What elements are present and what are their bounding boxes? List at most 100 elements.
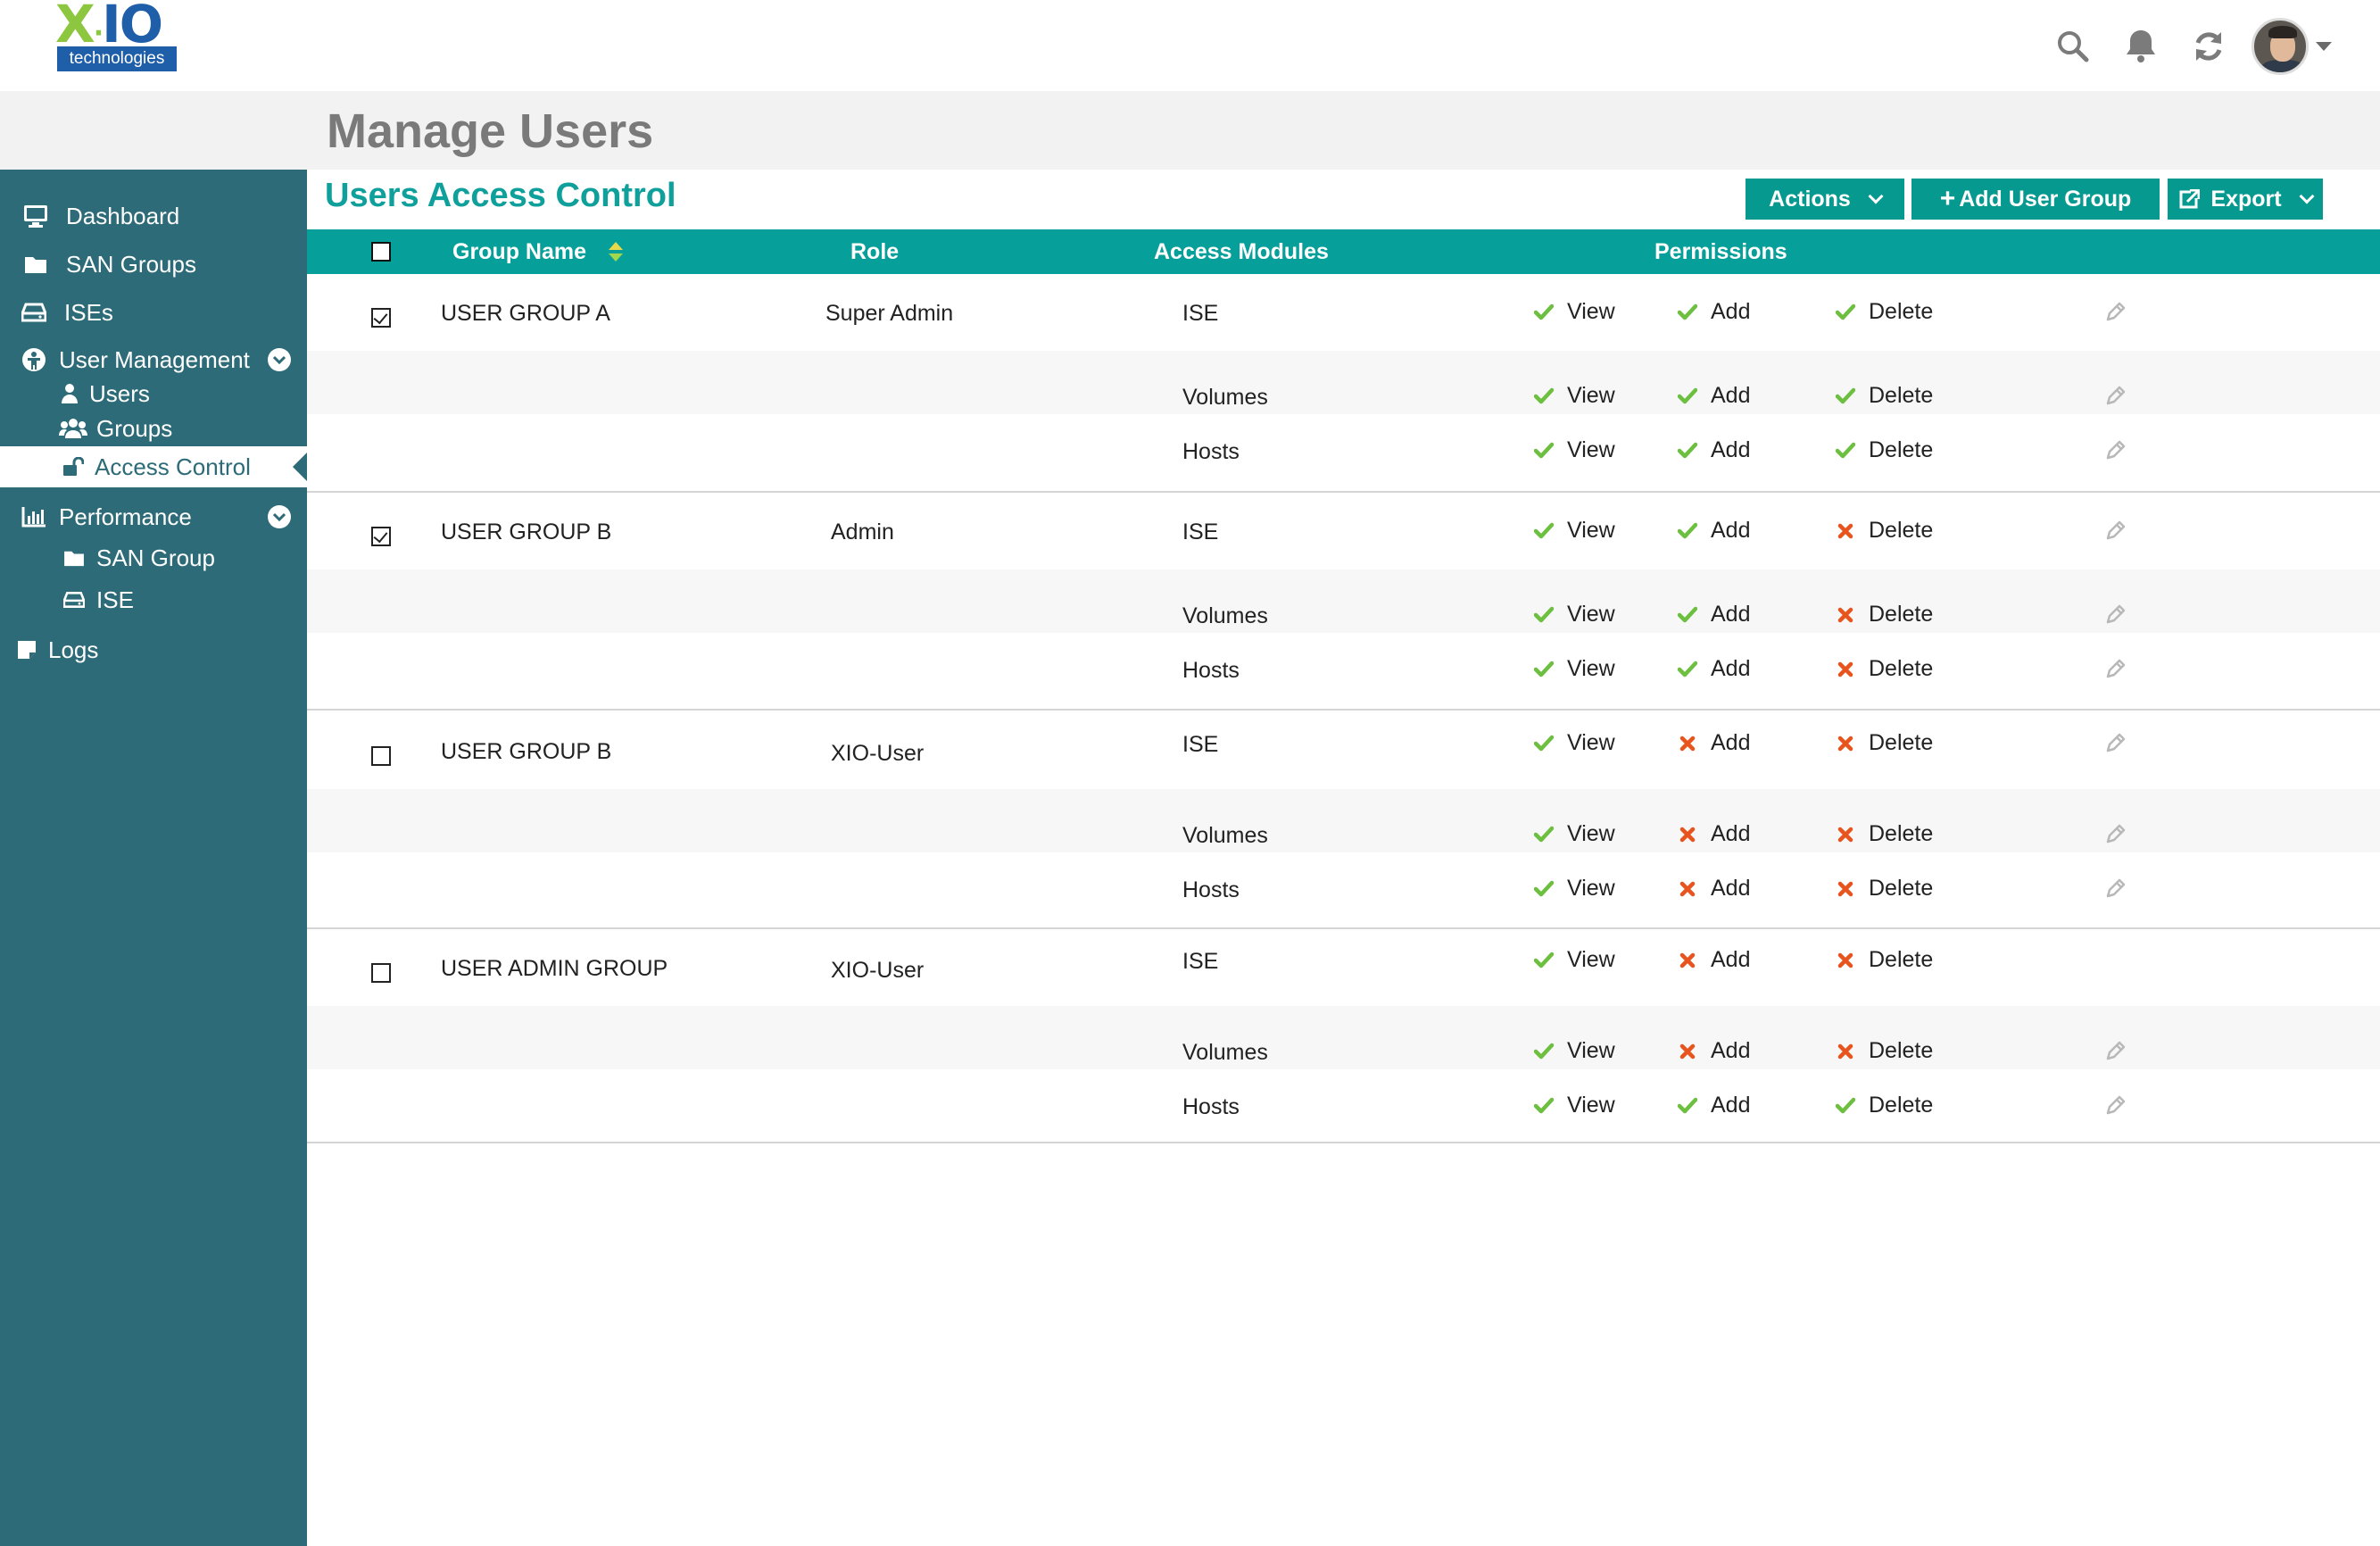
- group-name[interactable]: USER GROUP B: [441, 739, 611, 765]
- group-role: Admin: [831, 519, 894, 544]
- sidebar-item-label: ISEs: [64, 298, 113, 326]
- check-icon: [1677, 1095, 1698, 1117]
- pencil-icon[interactable]: [2104, 657, 2127, 680]
- permission-label: Add: [1711, 1038, 1751, 1063]
- permission-add[interactable]: Add: [1677, 656, 1750, 682]
- permission-view[interactable]: View: [1533, 518, 1615, 544]
- sidebar-item-users[interactable]: Users: [0, 376, 307, 411]
- row-checkbox[interactable]: [371, 746, 391, 766]
- permission-label: Delete: [1869, 299, 1934, 324]
- sidebar-item-performance[interactable]: Performance: [0, 496, 307, 537]
- check-icon: [1533, 520, 1555, 542]
- pencil-icon[interactable]: [2104, 1039, 2127, 1062]
- bell-icon[interactable]: [2107, 20, 2175, 73]
- permission-view[interactable]: View: [1533, 730, 1615, 756]
- pencil-icon[interactable]: [2104, 822, 2127, 845]
- pencil-icon[interactable]: [2104, 519, 2127, 542]
- row-checkbox[interactable]: [371, 527, 391, 546]
- add-user-group-button[interactable]: + Add User Group: [1911, 179, 2160, 220]
- table-row: USER GROUP B Admin ISE View Add Delete: [307, 493, 2380, 569]
- permission-add[interactable]: Add: [1677, 299, 1750, 325]
- pencil-icon[interactable]: [2104, 300, 2127, 323]
- avatar[interactable]: [2251, 18, 2309, 75]
- permission-add[interactable]: Add: [1677, 1038, 1750, 1064]
- permission-add[interactable]: Add: [1677, 518, 1750, 544]
- cross-icon: [1835, 733, 1856, 754]
- chevron-down-icon[interactable]: [268, 348, 291, 371]
- sidebar-item-san-groups[interactable]: SAN Groups: [0, 244, 307, 285]
- group-name[interactable]: USER ADMIN GROUP: [441, 956, 668, 982]
- sidebar-item-access-control[interactable]: Access Control: [0, 446, 307, 487]
- permission-add[interactable]: Add: [1677, 1093, 1750, 1118]
- permission-delete[interactable]: Delete: [1835, 299, 1933, 325]
- permission-view[interactable]: View: [1533, 656, 1615, 682]
- column-header-group-name[interactable]: Group Name: [452, 229, 586, 274]
- permission-view[interactable]: View: [1533, 1038, 1615, 1064]
- permission-delete[interactable]: Delete: [1835, 876, 1933, 902]
- sort-icon[interactable]: [609, 242, 623, 263]
- cross-icon: [1677, 950, 1698, 971]
- permission-label: Add: [1711, 821, 1751, 846]
- permission-delete[interactable]: Delete: [1835, 602, 1933, 628]
- sidebar-item-user-management[interactable]: User Management: [0, 339, 307, 380]
- permission-label: View: [1567, 1093, 1615, 1118]
- pencil-icon[interactable]: [2104, 731, 2127, 754]
- permission-delete[interactable]: Delete: [1835, 821, 1933, 847]
- row-checkbox[interactable]: [371, 308, 391, 328]
- permission-delete[interactable]: Delete: [1835, 656, 1933, 682]
- permission-add[interactable]: Add: [1677, 730, 1750, 756]
- sidebar-item-groups[interactable]: Groups: [0, 411, 307, 446]
- permission-view[interactable]: View: [1533, 947, 1615, 973]
- permission-delete[interactable]: Delete: [1835, 1093, 1933, 1118]
- table-group: USER GROUP B Admin ISE View Add Delete Volumes…: [307, 493, 2380, 711]
- sidebar-item-logs[interactable]: Logs: [0, 629, 307, 670]
- note-icon: [16, 634, 37, 666]
- permission-view[interactable]: View: [1533, 876, 1615, 902]
- search-icon[interactable]: [2039, 20, 2107, 73]
- chevron-down-icon[interactable]: [268, 505, 291, 528]
- access-module: Hosts: [1182, 439, 1240, 464]
- select-all-checkbox[interactable]: [371, 242, 391, 262]
- permission-view[interactable]: View: [1533, 299, 1615, 325]
- table-row: Volumes View Add Delete: [307, 789, 2380, 852]
- refresh-icon[interactable]: [2175, 20, 2243, 73]
- xio-logo[interactable]: X·IO technologies: [55, 0, 178, 73]
- permission-delete[interactable]: Delete: [1835, 437, 1933, 463]
- pencil-icon[interactable]: [2104, 438, 2127, 461]
- unlock-icon: [62, 451, 84, 483]
- table-group: USER GROUP A Super Admin ISE View Add Delete V…: [307, 274, 2380, 493]
- pencil-icon[interactable]: [2104, 603, 2127, 626]
- sidebar-item-dashboard[interactable]: Dashboard: [0, 195, 307, 237]
- permission-label: Delete: [1869, 602, 1934, 627]
- pencil-icon[interactable]: [2104, 877, 2127, 900]
- permission-view[interactable]: View: [1533, 1093, 1615, 1118]
- group-name[interactable]: USER GROUP A: [441, 301, 610, 327]
- permission-view[interactable]: View: [1533, 437, 1615, 463]
- pencil-icon[interactable]: [2104, 1093, 2127, 1117]
- row-checkbox[interactable]: [371, 963, 391, 983]
- group-name[interactable]: USER GROUP B: [441, 519, 611, 545]
- permission-add[interactable]: Add: [1677, 602, 1750, 628]
- permission-delete[interactable]: Delete: [1835, 1038, 1933, 1064]
- permission-add[interactable]: Add: [1677, 947, 1750, 973]
- access-module: ISE: [1182, 732, 1219, 757]
- actions-button[interactable]: Actions: [1746, 179, 1904, 220]
- permission-delete[interactable]: Delete: [1835, 518, 1933, 544]
- export-button[interactable]: Export: [2168, 179, 2323, 220]
- pencil-icon[interactable]: [2104, 384, 2127, 407]
- permission-delete[interactable]: Delete: [1835, 730, 1933, 756]
- sidebar-item-ises[interactable]: ISEs: [0, 292, 307, 333]
- permission-add[interactable]: Add: [1677, 821, 1750, 847]
- sidebar-item-san-group[interactable]: SAN Group: [0, 537, 307, 578]
- permission-delete[interactable]: Delete: [1835, 383, 1933, 409]
- permission-add[interactable]: Add: [1677, 437, 1750, 463]
- permission-add[interactable]: Add: [1677, 876, 1750, 902]
- permission-view[interactable]: View: [1533, 821, 1615, 847]
- permission-delete[interactable]: Delete: [1835, 947, 1933, 973]
- permission-view[interactable]: View: [1533, 383, 1615, 409]
- permission-view[interactable]: View: [1533, 602, 1615, 628]
- chevron-down-icon[interactable]: [2316, 42, 2332, 51]
- permission-add[interactable]: Add: [1677, 383, 1750, 409]
- sidebar-item-ise[interactable]: ISE: [0, 579, 307, 620]
- permission-label: Delete: [1869, 730, 1934, 755]
